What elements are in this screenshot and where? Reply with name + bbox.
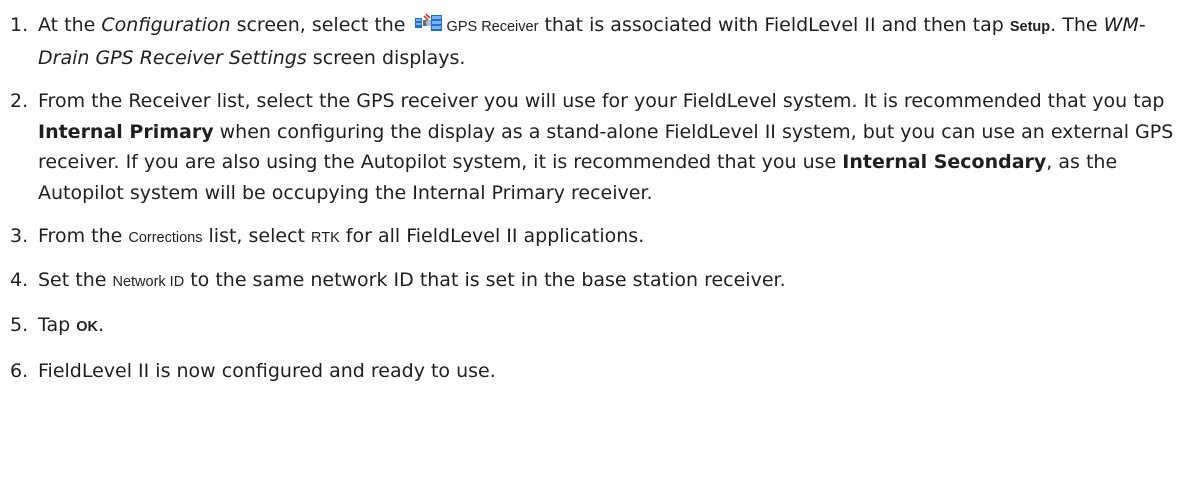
text: that is associated with FieldLevel II an… bbox=[538, 14, 1010, 36]
step-text: From the Receiver list, select the GPS r… bbox=[38, 86, 1180, 208]
gps-receiver-label: GPS Receiver bbox=[446, 19, 539, 35]
step-number: 6. bbox=[10, 359, 29, 382]
step-6: 6. FieldLevel II is now configured and r… bbox=[10, 356, 1180, 387]
internal-secondary-label: Internal Secondary bbox=[842, 151, 1047, 173]
text: Tap bbox=[38, 314, 77, 336]
rtk-label: RTK bbox=[311, 230, 340, 246]
text: screen, select the bbox=[230, 14, 412, 36]
step-5: 5. Tap OK. bbox=[10, 310, 1180, 343]
step-1: 1. At the Configuration screen, select t… bbox=[10, 10, 1180, 73]
text: . The bbox=[1050, 14, 1104, 36]
page: { "steps": [ { "number": "1.", "t1": "At… bbox=[0, 0, 1191, 477]
ok-label: OK bbox=[76, 319, 98, 335]
instruction-list: 1. At the Configuration screen, select t… bbox=[10, 10, 1180, 399]
step-3: 3. From the Corrections list, select RTK… bbox=[10, 221, 1180, 254]
step-text: Set the Network ID to the same network I… bbox=[38, 265, 1180, 298]
corrections-label: Corrections bbox=[128, 230, 203, 246]
configuration-screen-name: Configuration bbox=[101, 14, 231, 36]
text: to the same network ID that is set in th… bbox=[184, 268, 786, 291]
text: list, select bbox=[202, 225, 312, 247]
step-number: 5. bbox=[10, 314, 29, 336]
setup-label: Setup bbox=[1009, 19, 1051, 35]
step-text: From the Corrections list, select RTK fo… bbox=[38, 221, 1180, 254]
text: From the Receiver list, select the GPS r… bbox=[38, 90, 1165, 112]
gps-satellite-icon bbox=[414, 13, 442, 31]
step-number: 3. bbox=[10, 225, 29, 247]
text: . bbox=[97, 314, 105, 336]
step-text: Tap OK. bbox=[38, 310, 1180, 343]
text: FieldLevel II is now configured and read… bbox=[38, 359, 496, 382]
internal-primary-label: Internal Primary bbox=[38, 120, 214, 143]
text: Set the bbox=[38, 268, 113, 291]
step-number: 2. bbox=[10, 90, 29, 112]
step-text: At the Configuration screen, select the … bbox=[38, 10, 1180, 73]
step-number: 4. bbox=[10, 268, 29, 291]
step-4: 4. Set the Network ID to the same networ… bbox=[10, 265, 1180, 298]
text: for all FieldLevel II applications. bbox=[339, 225, 645, 247]
text: From the bbox=[38, 225, 129, 247]
text: screen displays. bbox=[306, 46, 466, 69]
text: At the bbox=[38, 14, 102, 36]
network-id-label: Network ID bbox=[112, 273, 185, 290]
step-number: 1. bbox=[10, 14, 29, 36]
step-2: 2. From the Receiver list, select the GP… bbox=[10, 86, 1180, 208]
step-text: FieldLevel II is now configured and read… bbox=[38, 356, 1180, 387]
